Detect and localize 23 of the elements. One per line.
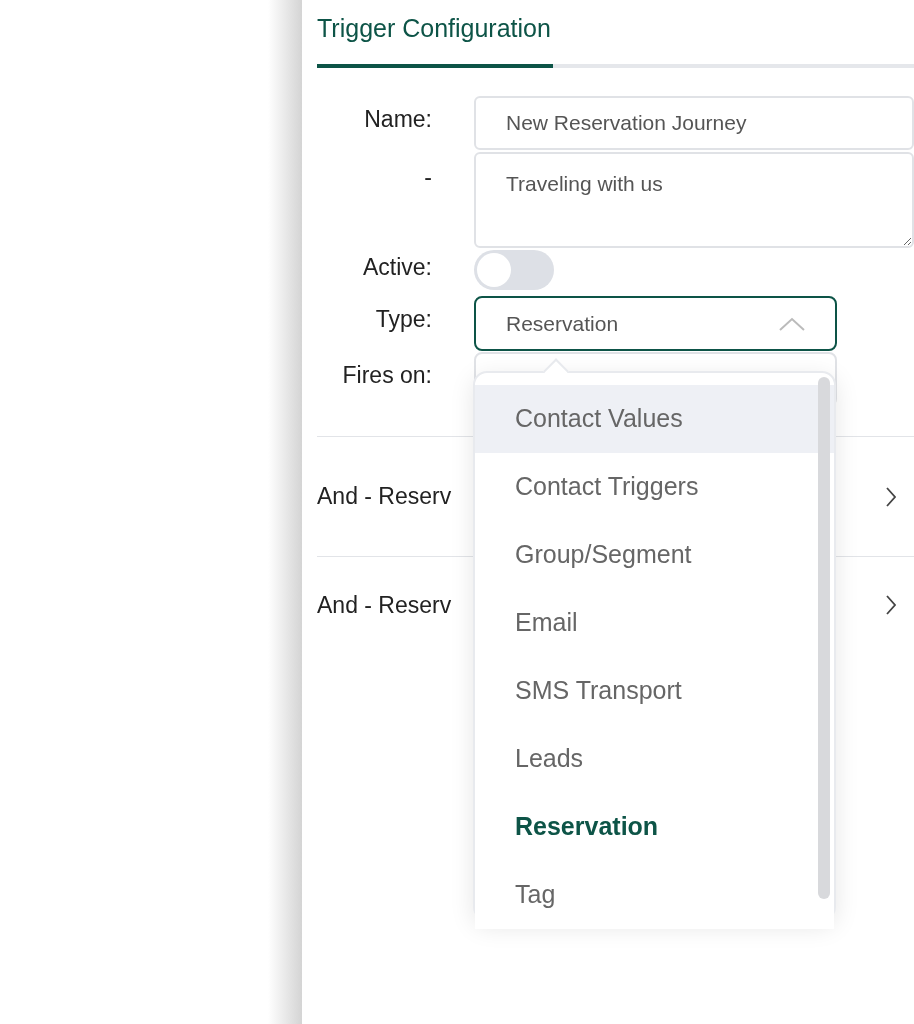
description-field[interactable]: Traveling with us bbox=[474, 152, 914, 248]
dropdown-option[interactable]: Contact Values bbox=[475, 385, 834, 453]
field-label: Name: bbox=[364, 106, 432, 132]
toggle-switch[interactable] bbox=[474, 250, 554, 290]
dropdown-option[interactable]: SMS Transport bbox=[475, 657, 834, 725]
scrollbar[interactable] bbox=[818, 377, 830, 899]
dropdown-option[interactable]: Leads bbox=[475, 725, 834, 793]
condition-label[interactable]: And - Reserv bbox=[317, 479, 452, 514]
field-label: Type: bbox=[375, 306, 432, 332]
tab[interactable]: Trigger Configuration bbox=[317, 12, 553, 68]
dropdown-option[interactable]: Group/Segment bbox=[475, 521, 834, 589]
name-field[interactable]: New Reservation Journey bbox=[474, 96, 914, 150]
chevron-right-icon[interactable] bbox=[886, 595, 896, 615]
chevron-up-icon bbox=[779, 316, 805, 331]
field-label: - bbox=[424, 164, 432, 190]
select-field[interactable]: Reservation bbox=[474, 296, 837, 351]
chevron-right-icon[interactable] bbox=[886, 486, 896, 507]
dropdown-option[interactable]: Email bbox=[475, 589, 834, 657]
field-label: Active: bbox=[362, 254, 432, 280]
field-label: Fires on: bbox=[342, 362, 432, 388]
condition-label[interactable]: And - Reserv bbox=[317, 587, 452, 623]
dropdown-option[interactable]: Reservation bbox=[475, 793, 834, 861]
dropdown-option[interactable]: Contact Triggers bbox=[475, 453, 834, 521]
